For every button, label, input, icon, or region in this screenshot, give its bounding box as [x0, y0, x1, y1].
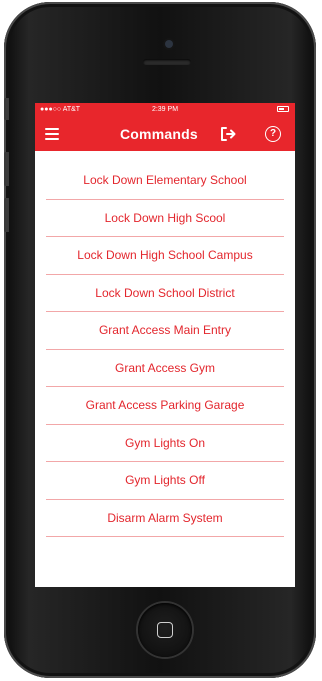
help-circle-icon[interactable]: ? — [265, 126, 281, 142]
phone-frame: ●●●○○ AT&T 2:39 PM Commands ? Lock Down … — [4, 2, 316, 678]
list-item[interactable]: Grant Access Gym — [46, 350, 284, 387]
status-bar: ●●●○○ AT&T 2:39 PM — [35, 103, 295, 117]
front-camera — [165, 40, 173, 48]
nav-bar: Commands ? — [35, 117, 295, 151]
battery-icon — [277, 106, 289, 112]
list-item[interactable]: Lock Down High School Campus — [46, 237, 284, 275]
list-item[interactable]: Lock Down High Scool — [46, 200, 284, 237]
home-square-icon — [157, 622, 173, 638]
page-title: Commands — [120, 126, 198, 142]
list-item[interactable]: Grant Access Parking Garage — [46, 387, 284, 425]
list-item[interactable]: Gym Lights Off — [46, 462, 284, 500]
list-item[interactable]: Grant Access Main Entry — [46, 312, 284, 350]
list-item[interactable]: Disarm Alarm System — [46, 500, 284, 537]
earpiece-speaker — [143, 59, 191, 65]
list-item[interactable]: Lock Down Elementary School — [46, 162, 284, 200]
command-list: Lock Down Elementary School Lock Down Hi… — [35, 162, 295, 537]
list-item[interactable]: Gym Lights On — [46, 425, 284, 462]
volume-up-button — [4, 152, 9, 186]
status-time: 2:39 PM — [151, 106, 179, 113]
sign-out-icon[interactable] — [219, 125, 237, 143]
hamburger-menu-icon[interactable] — [45, 128, 59, 140]
list-item[interactable]: Lock Down School District — [46, 275, 284, 312]
home-button[interactable] — [138, 603, 192, 657]
volume-down-button — [4, 198, 9, 232]
mute-switch — [4, 98, 9, 120]
app-screen: ●●●○○ AT&T 2:39 PM Commands ? Lock Down … — [35, 103, 295, 587]
status-indicators — [277, 106, 289, 112]
